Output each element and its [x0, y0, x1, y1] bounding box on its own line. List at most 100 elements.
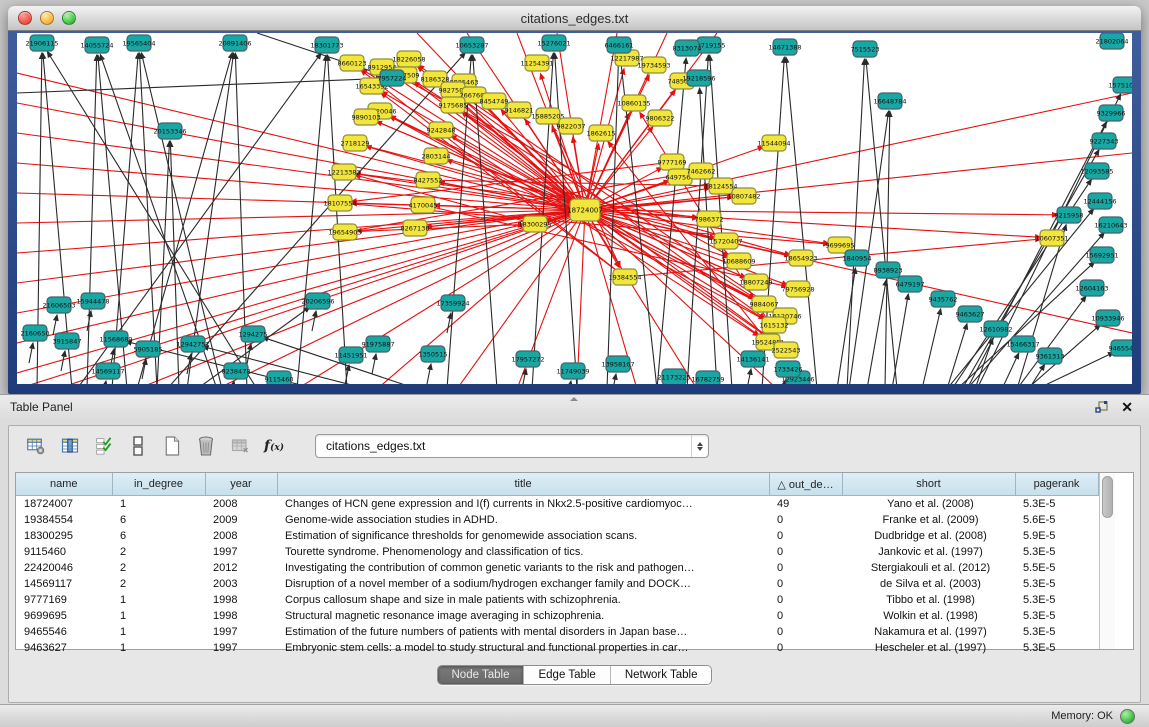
network-edge[interactable] [747, 369, 751, 384]
network-node[interactable]: 10653287 [455, 37, 488, 53]
table-cell[interactable]: 5.3E-5 [1015, 544, 1098, 560]
column-header-name[interactable]: name [16, 473, 112, 496]
network-edge[interactable] [786, 57, 817, 384]
column-header-title[interactable]: title [277, 473, 769, 496]
network-node[interactable]: 14671388 [768, 39, 801, 55]
table-cell[interactable]: 2003 [205, 576, 277, 592]
network-node[interactable]: 7986372 [695, 211, 724, 227]
network-node[interactable]: 2718129 [341, 135, 370, 151]
table-cell[interactable]: 5.3E-5 [1015, 496, 1098, 513]
network-node[interactable]: 10688609 [722, 253, 755, 269]
network-node[interactable]: 1733426 [774, 361, 803, 377]
table-cell[interactable]: 0 [769, 608, 842, 624]
network-node[interactable]: 7957224 [378, 70, 407, 86]
network-node[interactable]: 15751074 [1108, 77, 1132, 93]
table-cell[interactable]: Genome-wide association studies in ADHD. [277, 512, 769, 528]
tab-network-table[interactable]: Network Table [611, 666, 712, 684]
table-cell[interactable]: 5.3E-5 [1015, 640, 1098, 656]
close-panel-button[interactable]: ✕ [1115, 397, 1139, 417]
network-node[interactable]: 15692951 [1085, 247, 1118, 263]
network-edge[interactable] [297, 55, 326, 384]
network-node[interactable]: 6479197 [896, 276, 925, 292]
network-node[interactable]: 11254391 [520, 55, 553, 71]
network-node[interactable]: 20206596 [301, 293, 334, 309]
network-node[interactable]: 17957272 [511, 351, 544, 367]
network-node[interactable]: 14136141 [736, 351, 769, 367]
network-edge[interactable] [922, 309, 941, 384]
table-cell[interactable]: 1997 [205, 624, 277, 640]
network-node[interactable]: 9329966 [1097, 105, 1126, 121]
table-cell[interactable]: 1997 [205, 640, 277, 656]
table-cell[interactable]: de Silva et al. (2003) [842, 576, 1015, 592]
window-titlebar[interactable]: citations_edges.txt [8, 6, 1141, 31]
network-node[interactable]: 9227343 [1090, 133, 1119, 149]
network-node[interactable]: 18807249 [739, 274, 772, 290]
network-edge[interactable] [372, 354, 376, 374]
network-edge[interactable] [885, 111, 890, 384]
network-node[interactable]: 15720407 [709, 233, 742, 249]
table-cell[interactable]: 6 [112, 512, 205, 528]
table-cell[interactable]: 2 [112, 576, 205, 592]
table-cell[interactable]: 1997 [205, 544, 277, 560]
table-cell[interactable]: 49 [769, 496, 842, 513]
network-node[interactable]: 1615132 [760, 317, 789, 333]
network-node[interactable]: 19734593 [637, 57, 670, 73]
show-columns-button[interactable] [55, 431, 85, 461]
network-node[interactable]: 12610982 [979, 321, 1012, 337]
table-cell[interactable]: 5.3E-5 [1015, 592, 1098, 608]
table-cell[interactable]: Corpus callosum shape and size in male p… [277, 592, 769, 608]
network-node[interactable]: 1862615 [587, 125, 616, 141]
network-node[interactable]: 7515523 [851, 41, 880, 57]
network-node[interactable]: 15944478 [76, 293, 109, 309]
table-cell[interactable]: 19384554 [16, 512, 112, 528]
network-edge[interactable] [197, 307, 310, 384]
table-cell[interactable]: 2012 [205, 560, 277, 576]
table-row[interactable]: 911546021997Tourette syndrome. Phenomeno… [16, 544, 1098, 560]
close-window-button[interactable] [18, 11, 32, 25]
network-node[interactable]: 12444156 [1083, 193, 1116, 209]
table-row[interactable]: 946362711997Embryonic stem cells: a mode… [16, 640, 1098, 656]
network-node[interactable]: 5905185 [134, 341, 163, 357]
network-node[interactable]: 12213383 [327, 164, 360, 180]
column-header-in_degree[interactable]: in_degree [112, 473, 205, 496]
network-node[interactable]: 21906115 [25, 35, 58, 51]
network-node[interactable]: 19384554 [608, 269, 641, 285]
network-node[interactable]: 6466161 [605, 37, 634, 53]
table-cell[interactable]: 0 [769, 544, 842, 560]
table-cell[interactable]: Structural magnetic resonance image aver… [277, 608, 769, 624]
network-edge[interactable] [247, 344, 251, 364]
network-node[interactable]: 79756928 [781, 281, 814, 297]
table-cell[interactable]: 2 [112, 544, 205, 560]
table-vertical-scrollbar[interactable] [1099, 473, 1115, 649]
network-node[interactable]: 2160650 [21, 325, 50, 341]
network-edge[interactable] [61, 351, 65, 371]
table-cell[interactable]: Yano et al. (2008) [842, 496, 1015, 513]
network-node[interactable]: 10807482 [727, 188, 760, 204]
table-cell[interactable]: 0 [769, 640, 842, 656]
select-rows-button[interactable] [89, 431, 119, 461]
table-cell[interactable]: Hescheler et al. (1997) [842, 640, 1015, 656]
network-node[interactable]: 9361313 [1036, 348, 1065, 364]
network-node[interactable]: 9435762 [929, 291, 958, 307]
table-cell[interactable]: 18724007 [16, 496, 112, 513]
network-node[interactable]: 15466317 [1006, 336, 1039, 352]
network-node[interactable]: 9465546 [1109, 340, 1132, 356]
network-edge[interactable] [585, 210, 697, 384]
network-node[interactable]: 2803144 [422, 148, 451, 164]
table-cell[interactable]: Changes of HCN gene expression and I(f) … [277, 496, 769, 513]
table-cell[interactable]: 18300295 [16, 528, 112, 544]
table-row[interactable]: 1830029562008Estimation of significance … [16, 528, 1098, 544]
tab-edge-table[interactable]: Edge Table [524, 666, 610, 684]
network-canvas[interactable]: 1872400786601238912954182260589627509165… [17, 33, 1132, 384]
table-cell[interactable]: 1 [112, 624, 205, 640]
table-cell[interactable]: Estimation of significance thresholds fo… [277, 528, 769, 544]
table-row[interactable]: 946554611997Estimation of the future num… [16, 624, 1098, 640]
modify-table-button[interactable] [21, 431, 51, 461]
table-cell[interactable]: 22420046 [16, 560, 112, 576]
network-node[interactable]: 7462662 [687, 163, 716, 179]
network-edge[interactable] [892, 294, 908, 384]
table-cell[interactable]: Embryonic stem cells: a model to study s… [277, 640, 769, 656]
table-cell[interactable]: Stergiakouli et al. (2012) [842, 560, 1015, 576]
network-node[interactable]: 11568689 [99, 331, 132, 347]
network-node[interactable]: 8238478 [222, 363, 251, 379]
